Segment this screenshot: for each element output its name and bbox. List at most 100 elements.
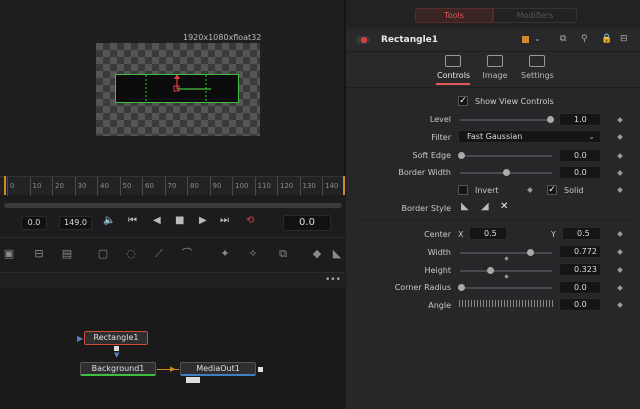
border-width-field[interactable]: 0.0 — [559, 166, 601, 179]
height-slider[interactable] — [460, 270, 552, 272]
stop-icon[interactable]: ■ — [175, 215, 184, 226]
chevron-down-icon: ⌄ — [588, 132, 595, 141]
ruler-tick — [29, 177, 31, 196]
invert-checkbox[interactable] — [458, 185, 468, 195]
skip-start-icon[interactable]: ⏮ — [128, 215, 137, 226]
filter-value: Fast Gaussian — [467, 132, 523, 141]
angle-dial[interactable] — [459, 300, 553, 307]
ruler-tick — [74, 177, 76, 196]
soft-edge-slider-knob[interactable] — [458, 152, 465, 159]
end-frame-field[interactable]: 149.0 — [59, 216, 92, 230]
step-back-icon[interactable]: ◀ — [153, 215, 161, 226]
input-arrow-icon: ▶ — [77, 334, 84, 343]
width-field[interactable]: 0.772 — [559, 245, 601, 258]
versions-icon[interactable]: ⧉ — [560, 34, 566, 44]
ruler-tick-label: 130 — [302, 182, 316, 190]
timeline-ruler[interactable]: 0 10 20 30 40 50 60 70 80 90 100 110 120 130 140 — [0, 176, 345, 196]
ellipse-tool-icon[interactable]: ◌ — [124, 247, 138, 261]
more-tools-icon[interactable]: ◣ — [330, 247, 344, 261]
mediaout-node[interactable]: MediaOut1 — [180, 362, 256, 376]
center-x-label: X — [458, 230, 464, 239]
play-icon[interactable]: ▶ — [199, 215, 207, 226]
soft-edge-slider[interactable] — [460, 155, 552, 157]
ruler-tick — [322, 177, 323, 196]
rectangle-mask-preview[interactable] — [115, 74, 239, 103]
playhead-marker[interactable] — [4, 176, 6, 195]
text-tool-icon[interactable]: ▤ — [60, 247, 74, 261]
height-slider-knob[interactable] — [487, 267, 494, 274]
bspline-tool-icon[interactable]: ⌒ — [180, 247, 194, 261]
center-gizmo[interactable] — [116, 75, 238, 102]
tab-modifiers[interactable]: Modifiers — [493, 8, 577, 23]
border-width-slider-knob[interactable] — [503, 169, 510, 176]
show-view-controls-checkbox[interactable]: ✓ — [458, 96, 468, 106]
dots-icon[interactable]: ••• — [325, 275, 341, 285]
height-field[interactable]: 0.323 — [559, 263, 601, 276]
color-swatch[interactable] — [522, 36, 529, 43]
ruler-tick — [7, 177, 8, 196]
solid-checkbox[interactable]: ✓ — [547, 185, 557, 195]
merge-tool-icon[interactable]: ⧉ — [276, 247, 290, 261]
tab-controls[interactable]: Controls — [437, 71, 470, 80]
ruler-tick — [209, 177, 211, 196]
filter-dropdown[interactable]: Fast Gaussian ⌄ — [458, 130, 601, 143]
center-y-field[interactable]: 0.5 — [562, 227, 601, 240]
mediaout-port[interactable] — [258, 367, 263, 372]
polygon-tool-icon[interactable]: ⟋ — [152, 247, 166, 261]
ruler-tick-label: 30 — [77, 182, 87, 190]
angle-label: Angle — [428, 301, 451, 310]
collapse-icon[interactable]: ⊟ — [620, 34, 628, 44]
level-field[interactable]: 1.0 — [559, 113, 601, 126]
border-style-miter-icon[interactable]: ✕ — [500, 201, 508, 212]
node-editor[interactable] — [0, 288, 345, 409]
paint-tool-icon[interactable]: ⊟ — [32, 247, 46, 261]
level-slider[interactable] — [460, 119, 552, 121]
border-style-round-icon[interactable]: ◣ — [461, 201, 469, 212]
background-node[interactable]: Background1 — [80, 362, 156, 376]
corner-radius-slider-knob[interactable] — [458, 284, 465, 291]
chevron-down-icon[interactable]: ⌄ — [534, 34, 541, 43]
angle-field[interactable]: 0.0 — [559, 298, 601, 311]
controls-tab-icon — [445, 55, 461, 67]
soft-edge-label: Soft Edge — [412, 151, 451, 160]
corner-radius-slider[interactable] — [460, 287, 552, 289]
ruler-tick-label: 0 — [10, 182, 15, 190]
corner-radius-field[interactable]: 0.0 — [559, 281, 601, 294]
emitter-tool-icon[interactable]: ✧ — [246, 247, 260, 261]
solid-label: Solid — [564, 186, 584, 195]
connection-line — [157, 369, 179, 370]
current-frame-field[interactable]: 0.0 — [21, 216, 47, 230]
ruler-tick-label: 60 — [145, 182, 154, 190]
ruler-tick — [97, 177, 98, 196]
tab-tools[interactable]: Tools — [415, 8, 493, 23]
tab-image[interactable]: Image — [481, 71, 509, 80]
width-slider-knob[interactable] — [527, 249, 534, 256]
enable-toggle[interactable] — [356, 36, 370, 44]
time-scrubber[interactable] — [4, 203, 342, 208]
level-slider-knob[interactable] — [547, 116, 554, 123]
soft-edge-field[interactable]: 0.0 — [559, 149, 601, 162]
particle-tool-icon[interactable]: ✦ — [218, 247, 232, 261]
center-x-field[interactable]: 0.5 — [469, 227, 507, 240]
rectangle-tool-icon[interactable]: ▢ — [96, 247, 110, 261]
ruler-tick — [142, 177, 143, 196]
lock-icon[interactable]: 🔒 — [601, 34, 612, 44]
rectangle-node[interactable]: Rectangle1 — [84, 331, 148, 345]
ruler-tick-label: 100 — [235, 182, 249, 190]
show-view-controls-label: Show View Controls — [475, 97, 554, 106]
corner-radius-label: Corner Radius — [394, 283, 451, 292]
ruler-tick — [164, 177, 166, 196]
active-tab-indicator — [436, 83, 470, 85]
volume-icon[interactable]: 🔈 — [103, 215, 115, 226]
timecode-field[interactable]: 0.0 — [283, 215, 331, 231]
loop-icon[interactable]: ⟲ — [246, 215, 254, 226]
pin-icon[interactable]: ⚲ — [581, 34, 588, 44]
tab-settings[interactable]: Settings — [521, 71, 554, 80]
ruler-tick-label: 140 — [325, 182, 339, 190]
ruler-tick-label: 70 — [167, 182, 177, 190]
skip-end-icon[interactable]: ⏭ — [220, 215, 229, 226]
border-style-bevel-icon[interactable]: ◢ — [481, 201, 489, 212]
shape3d-tool-icon[interactable]: ◆ — [310, 247, 324, 261]
background-tool-icon[interactable]: ▣ — [2, 247, 16, 261]
width-slider[interactable] — [460, 252, 552, 254]
